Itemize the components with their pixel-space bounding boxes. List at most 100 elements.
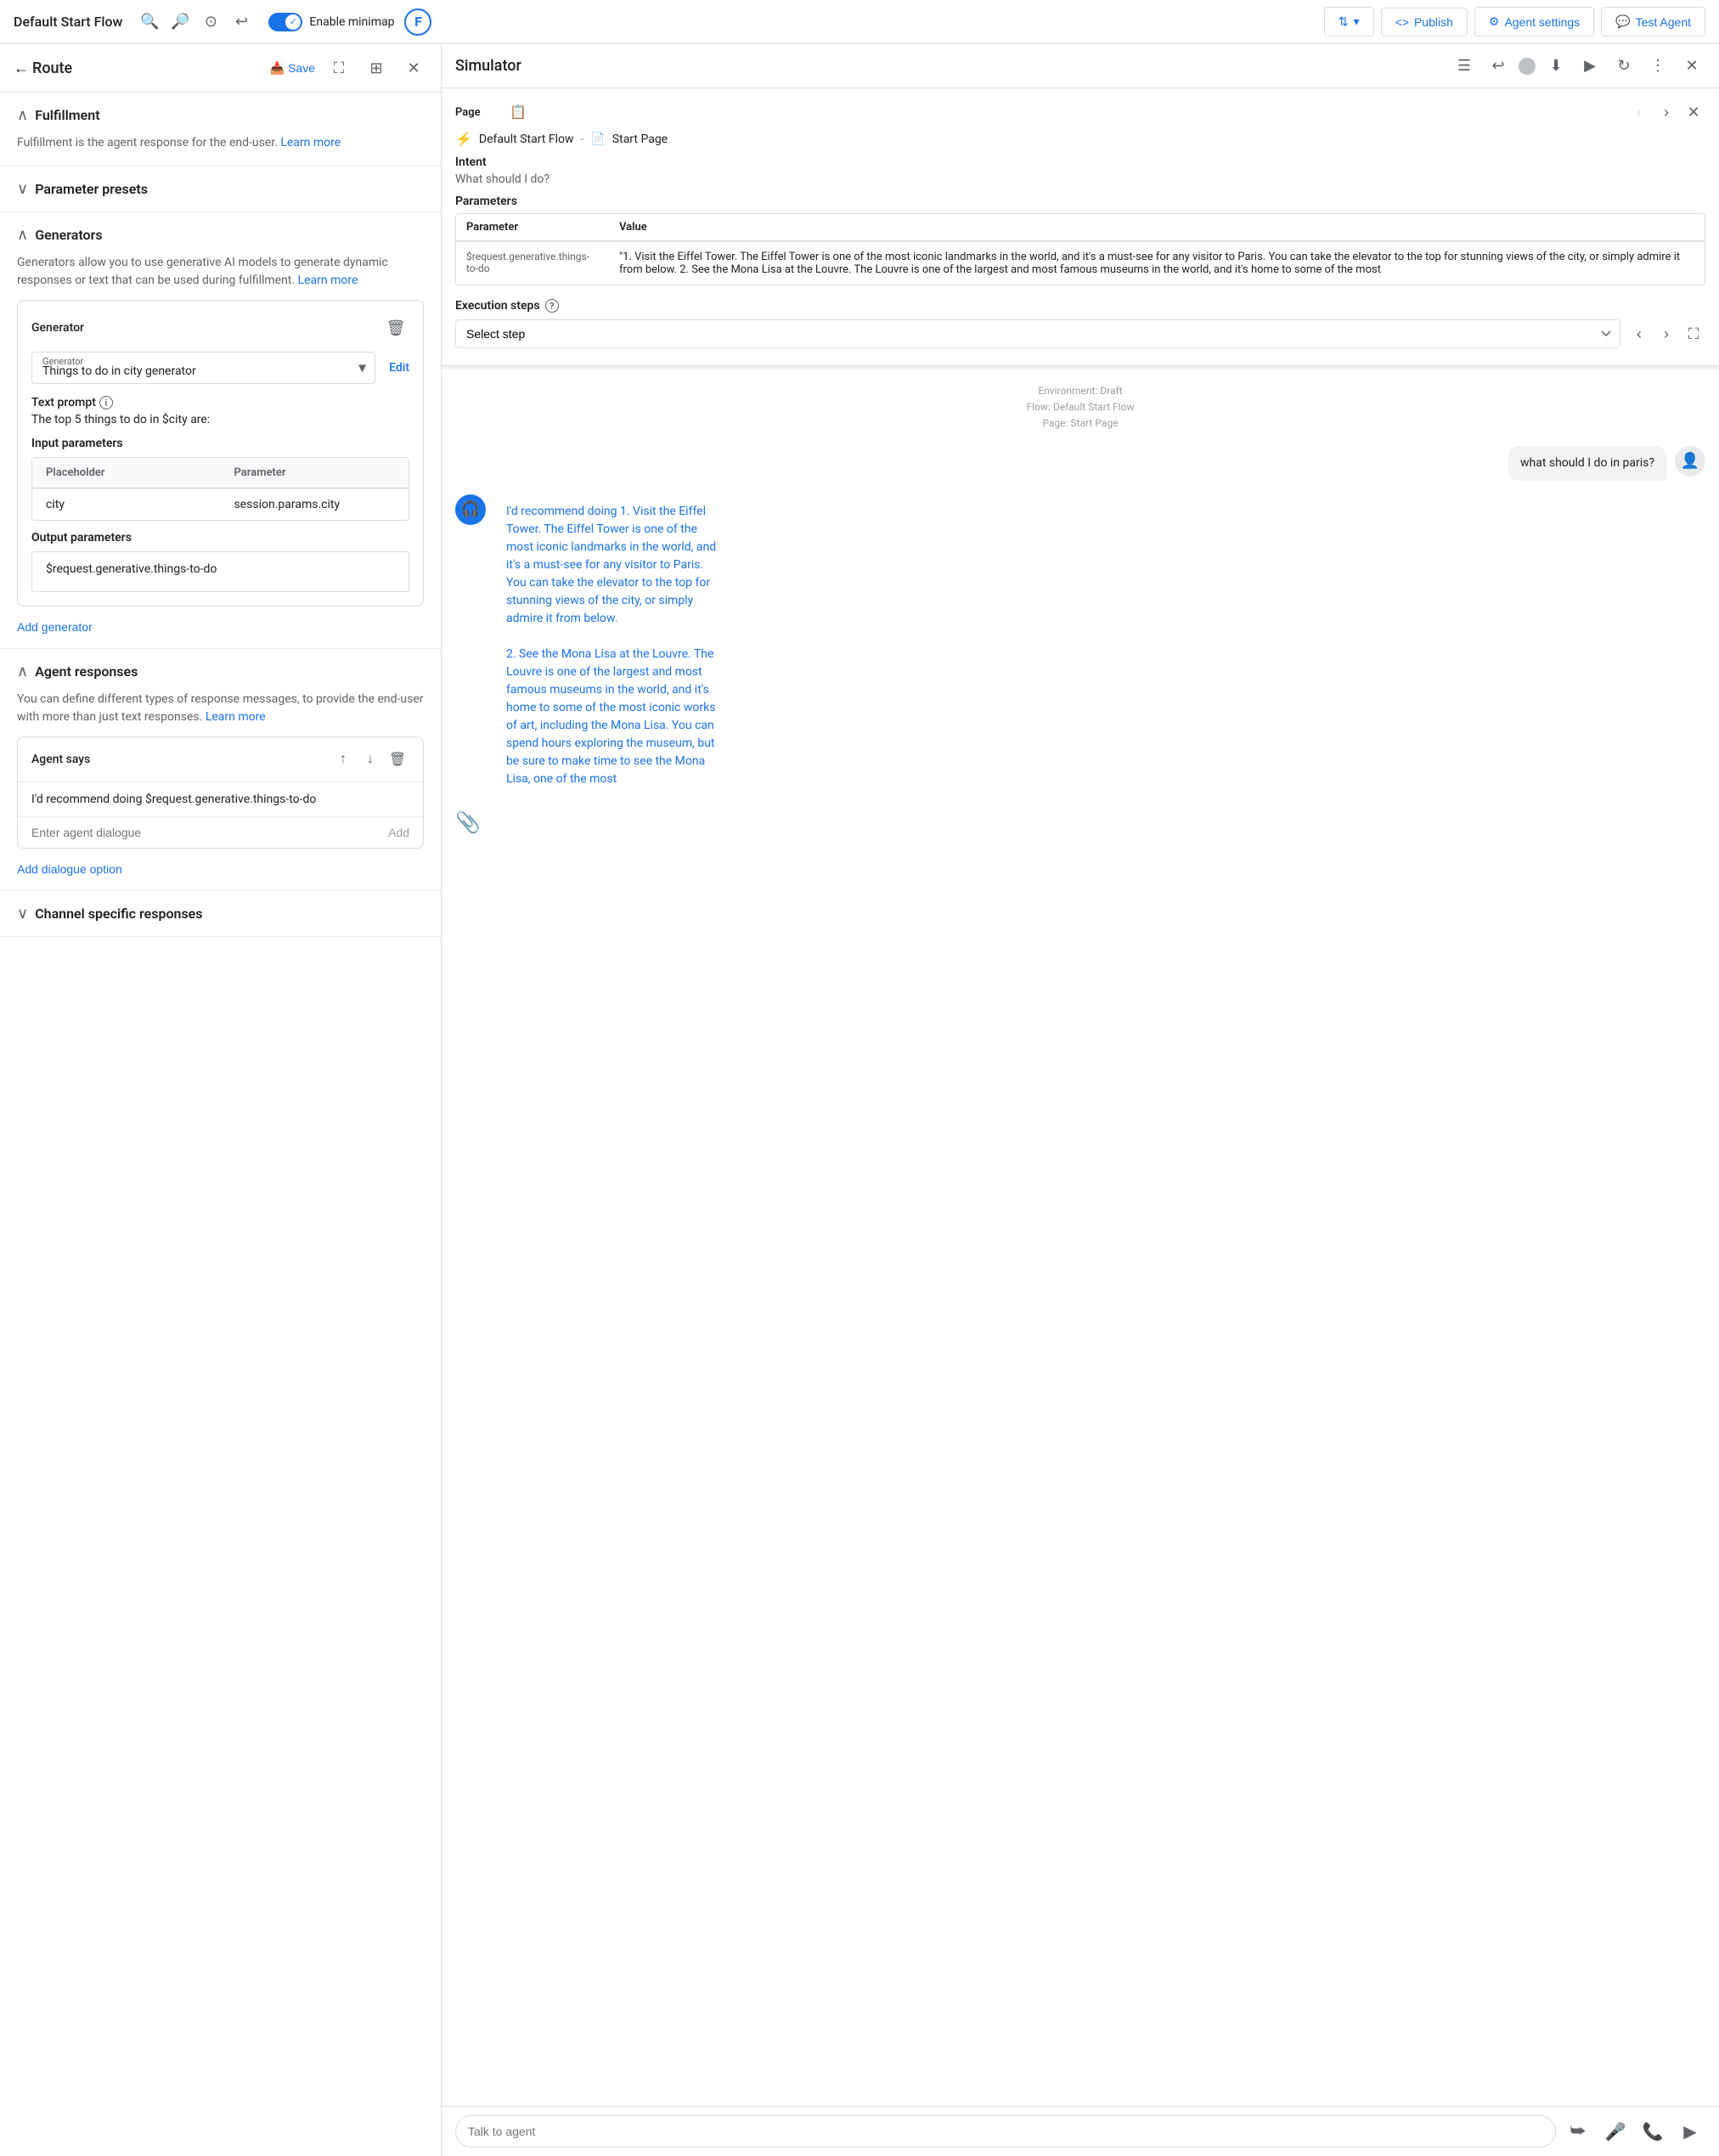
agent-dialogue-input[interactable]	[31, 826, 381, 839]
bot-message: 🎧 I'd recommend doing 1. Visit the Eiffe…	[455, 494, 1705, 797]
publish-button[interactable]: <> Publish	[1381, 8, 1468, 37]
simulator-info: Page 📋 ‹ › ✕ ⚡ Default Start Flow - 📄 St…	[442, 88, 1719, 366]
intent-value: What should I do?	[455, 172, 1705, 186]
params-label: Parameters	[455, 195, 1705, 208]
sync-arrow: ▾	[1354, 14, 1360, 29]
test-agent-button[interactable]: 💬 Test Agent	[1601, 7, 1705, 37]
sync-button[interactable]: ⇅ ▾	[1324, 7, 1374, 37]
zoom-out-icon[interactable]: 🔎	[166, 8, 194, 36]
user-text: what should I do in paris?	[1520, 456, 1654, 470]
agent-responses-header[interactable]: ∧ Agent responses	[17, 663, 424, 680]
download-icon[interactable]: ⬇	[1542, 53, 1570, 80]
channel-responses-header[interactable]: ∨ Channel specific responses	[17, 905, 424, 923]
simulator-header: Simulator ☰ ↩ ⬇ ▶ ↻ ⋮ ✕	[442, 44, 1719, 88]
save-label: Save	[288, 61, 315, 75]
mic-icon[interactable]: 🎤	[1600, 2116, 1631, 2147]
undo-icon[interactable]: ↩	[228, 8, 255, 36]
flow-title: Default Start Flow	[14, 14, 122, 30]
text-prompt-info-icon[interactable]: i	[99, 396, 113, 409]
talk-to-agent-input[interactable]	[455, 2115, 1556, 2148]
test-agent-label: Test Agent	[1636, 15, 1691, 29]
prev-page-button[interactable]: ‹	[1627, 100, 1651, 124]
placeholder-value: city	[32, 489, 221, 520]
user-icon: 👤	[1681, 452, 1699, 470]
layout-icon[interactable]: ⊞	[363, 54, 390, 82]
exec-step-select[interactable]: Select step	[455, 319, 1620, 348]
agent-settings-button[interactable]: ⚙ Agent settings	[1474, 7, 1594, 37]
next-step-button[interactable]: ›	[1654, 322, 1678, 346]
bot-icon: 🎧	[461, 500, 480, 518]
page-doc-icon2: 📄	[590, 133, 605, 146]
user-bubble: what should I do in paris?	[1508, 446, 1666, 481]
param-presets-header[interactable]: ∨ Parameter presets	[17, 180, 424, 198]
back-arrow-icon: ←	[14, 59, 29, 77]
intent-section: Intent What should I do?	[455, 155, 1705, 186]
left-panel: ← Route 📥 Save ⛶ ⊞ ✕ ∧ Fulfillment	[0, 44, 442, 2156]
close-sim-icon[interactable]: ✕	[1678, 53, 1705, 80]
menu-icon[interactable]: ☰	[1451, 53, 1478, 80]
move-up-button[interactable]: ↑	[331, 748, 355, 771]
page-doc-icon[interactable]: 📋	[504, 99, 532, 126]
minimap-toggle[interactable]: ✓ Enable minimap	[268, 13, 394, 31]
sim-params-row: $request.generative.things-to-do "1. Vis…	[456, 241, 1705, 285]
topbar-icons: 🔍 🔎 ⊙ ↩	[136, 8, 255, 36]
right-panel: Simulator ☰ ↩ ⬇ ▶ ↻ ⋮ ✕ Page 📋 ‹ › ✕	[442, 44, 1719, 2156]
more-options-icon[interactable]: ⋮	[1644, 53, 1671, 80]
check-icon: ✓	[290, 16, 297, 27]
agent-responses-body: You can define different types of respon…	[17, 691, 424, 877]
send-icon[interactable]: ⮩	[1563, 2116, 1593, 2147]
select-label: Generator	[42, 356, 83, 367]
back-button[interactable]: ← Route	[14, 59, 72, 77]
generators-body: Generators allow you to use generative A…	[17, 254, 424, 635]
minimap-switch[interactable]: ✓	[268, 13, 302, 31]
fit-screen-icon[interactable]: ⊙	[197, 8, 224, 36]
forward-icon[interactable]: ▶	[1675, 2116, 1705, 2147]
add-dialogue-option-button[interactable]: Add dialogue option	[17, 862, 122, 876]
user-message: 👤 what should I do in paris?	[455, 446, 1705, 481]
phone-icon[interactable]: 📞	[1637, 2116, 1668, 2147]
close-page-button[interactable]: ✕	[1682, 100, 1705, 124]
delete-generator-button[interactable]: 🗑	[382, 314, 409, 341]
params-table-header: Placeholder Parameter	[32, 458, 409, 488]
sim-params-header: Parameter Value	[456, 214, 1705, 241]
close-icon[interactable]: ✕	[400, 54, 427, 82]
move-down-button[interactable]: ↓	[358, 748, 382, 771]
route-actions: 📥 Save ⛶ ⊞ ✕	[270, 54, 427, 82]
fulfillment-desc: Fulfillment is the agent response for th…	[17, 134, 424, 152]
fulfillment-header[interactable]: ∧ Fulfillment	[17, 106, 424, 124]
agent-responses-learn-more[interactable]: Learn more	[206, 710, 266, 724]
fullscreen-step-button[interactable]: ⛶	[1682, 322, 1705, 346]
prev-step-button[interactable]: ‹	[1627, 322, 1651, 346]
undo-sim-icon[interactable]: ↩	[1485, 53, 1512, 80]
environment-info: Environment: Draft Flow: Default Start F…	[455, 383, 1705, 432]
generators-learn-more[interactable]: Learn more	[298, 274, 358, 287]
fulfillment-learn-more[interactable]: Learn more	[280, 136, 341, 150]
params-col2: Value	[609, 214, 1705, 240]
zoom-in-icon[interactable]: 🔍	[136, 8, 163, 36]
add-dialogue-button[interactable]: Add	[388, 826, 409, 839]
refresh-icon[interactable]: ↻	[1610, 53, 1637, 80]
text-prompt-value: The top 5 things to do in $city are:	[31, 413, 409, 426]
play-icon[interactable]: ▶	[1576, 53, 1603, 80]
next-page-button[interactable]: ›	[1654, 100, 1678, 124]
fulfillment-chevron: ∧	[17, 106, 28, 124]
exec-select-row: Select step ‹ › ⛶	[455, 319, 1705, 348]
route-header: ← Route 📥 Save ⛶ ⊞ ✕	[0, 44, 441, 93]
generators-header[interactable]: ∧ Generators	[17, 226, 424, 244]
dropdown-arrow-icon: ▾	[358, 359, 366, 377]
save-button[interactable]: 📥 Save	[270, 61, 315, 76]
edit-generator-link[interactable]: Edit	[389, 361, 409, 375]
exec-nav: ‹ › ⛶	[1627, 322, 1705, 346]
minimap-label: Enable minimap	[309, 15, 394, 29]
delete-agent-says-button[interactable]: 🗑	[386, 748, 409, 771]
generator-box-header: Generator 🗑	[31, 314, 409, 341]
fulfillment-body: Fulfillment is the agent response for th…	[17, 134, 424, 152]
add-generator-button[interactable]: Add generator	[17, 620, 93, 634]
params-col1: Parameter	[456, 214, 609, 240]
params-section: Parameters Parameter Value $request.gene…	[455, 195, 1705, 285]
fullscreen-icon[interactable]: ⛶	[325, 54, 352, 82]
exec-steps-info-icon[interactable]: ?	[545, 299, 559, 313]
agent-says-text: I'd recommend doing $request.generative.…	[18, 782, 423, 817]
generator-select[interactable]: Generator Things to do in city generator…	[31, 352, 375, 384]
user-avatar[interactable]: F	[404, 8, 431, 36]
